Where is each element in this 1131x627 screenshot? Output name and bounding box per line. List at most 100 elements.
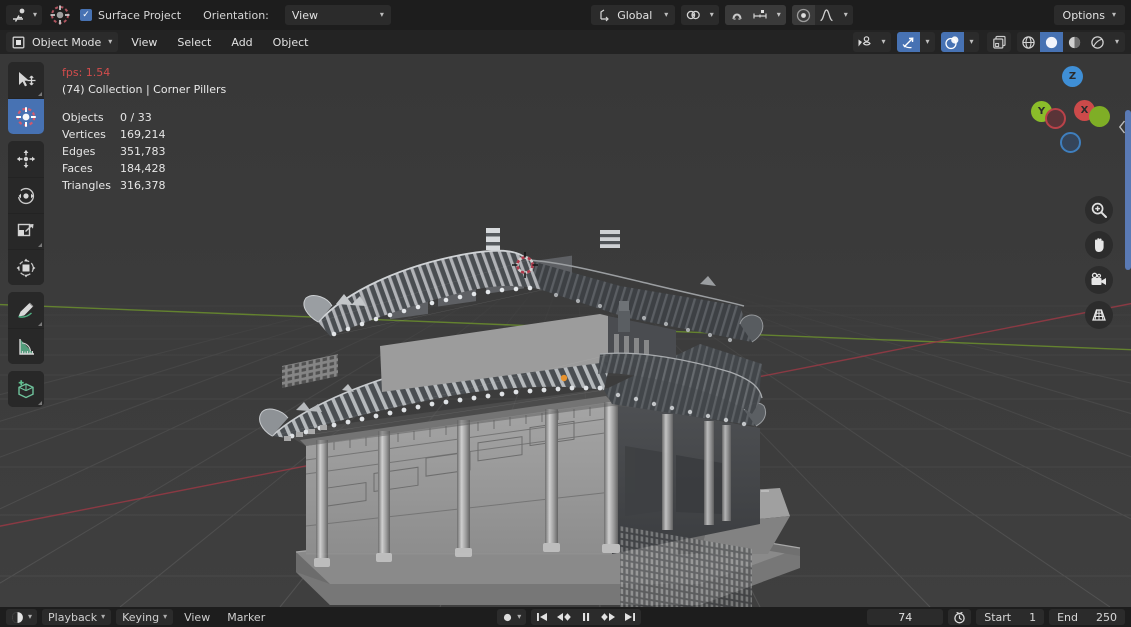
menu-add[interactable]: Add xyxy=(224,32,259,52)
shading-dropdown[interactable]: ▾ xyxy=(1109,32,1125,52)
snap-group[interactable]: ▾ xyxy=(681,5,720,25)
chevron-down-icon: ▾ xyxy=(925,37,930,46)
snap-dropdown[interactable]: ▾ xyxy=(704,5,719,25)
cursor-tool-button[interactable] xyxy=(8,98,44,134)
overlays-group[interactable]: ▾ xyxy=(941,32,979,52)
scale-icon xyxy=(17,223,34,236)
options-button[interactable]: Options ▾ xyxy=(1053,5,1125,25)
gizmo-group[interactable]: ▾ xyxy=(897,32,935,52)
next-keyframe-button[interactable] xyxy=(597,609,619,625)
snap-target-icon[interactable] xyxy=(681,5,704,25)
gizmo-toggle-button[interactable] xyxy=(897,32,920,52)
proportional-editing-toggle[interactable] xyxy=(792,5,816,25)
snap-mode-dropdown[interactable]: ▾ xyxy=(771,5,787,25)
viewport-vertical-scrollbar[interactable] xyxy=(1125,110,1131,270)
menu-timeline-view[interactable]: View xyxy=(178,609,216,625)
frame-range-field[interactable]: Start 1 xyxy=(976,609,1045,625)
auto-keyframe-button[interactable] xyxy=(948,609,972,625)
interaction-mode-select[interactable]: Object Mode ▾ xyxy=(6,32,119,52)
end-frame-field[interactable]: End 250 xyxy=(1049,609,1125,625)
rotate-icon xyxy=(17,187,35,204)
toolbar-group-transform xyxy=(8,141,44,285)
zoom-nav-button[interactable] xyxy=(1085,196,1113,224)
magnet-group[interactable]: ▾ xyxy=(725,5,787,25)
axis-z-positive[interactable]: Z xyxy=(1062,66,1083,87)
menu-view[interactable]: View xyxy=(124,32,164,52)
proportional-editing-icon xyxy=(797,8,811,22)
material-preview-icon xyxy=(1068,36,1081,48)
shading-wireframe-button[interactable] xyxy=(1017,32,1040,52)
xray-toggle-icon xyxy=(992,35,1006,49)
stat-key: Vertices xyxy=(62,128,106,142)
stat-value: 169,214 xyxy=(120,128,166,142)
stat-row-faces: Faces 184,428 xyxy=(62,160,226,177)
overlays-dropdown[interactable]: ▾ xyxy=(964,32,979,52)
menu-object[interactable]: Object xyxy=(266,32,316,52)
shading-material-button[interactable] xyxy=(1063,32,1086,52)
object-origin-dot xyxy=(560,374,568,382)
record-keying-button[interactable]: ▾ xyxy=(497,609,527,625)
jump-to-start-button[interactable] xyxy=(531,609,553,625)
cursor-gizmo-button[interactable] xyxy=(48,5,72,25)
measure-tool-button[interactable] xyxy=(8,328,44,364)
3d-viewport[interactable]: fps: 1.54 (74) Collection | Corner Pille… xyxy=(0,54,1131,607)
chevron-down-icon: ▾ xyxy=(1114,37,1119,46)
previous-keyframe-button[interactable] xyxy=(553,609,575,625)
menu-select[interactable]: Select xyxy=(170,32,218,52)
axis-y-negative[interactable] xyxy=(1089,106,1110,127)
axis-label-x: X xyxy=(1080,105,1089,116)
overlays-toggle-button[interactable] xyxy=(941,32,964,52)
toolbar-group-select xyxy=(8,62,44,134)
rotate-tool-button[interactable] xyxy=(8,177,44,213)
proportional-editing-group[interactable]: ▾ xyxy=(792,5,854,25)
snap-magnet-toggle[interactable] xyxy=(725,5,749,25)
visibility-dropdown[interactable]: ▾ xyxy=(876,32,891,52)
orientation-select[interactable]: View ▾ xyxy=(284,5,391,25)
active-tool-button[interactable]: ▾ xyxy=(6,5,43,25)
ortho-perspective-button[interactable] xyxy=(1085,301,1113,329)
current-frame-value: 74 xyxy=(898,610,913,624)
stat-value: 184,428 xyxy=(120,162,166,176)
auto-keyframe-icon xyxy=(954,611,965,623)
snap-increment-icon xyxy=(753,10,767,19)
gizmo-arrow-icon xyxy=(902,37,914,48)
jump-to-end-button[interactable] xyxy=(619,609,641,625)
chevron-down-icon: ▾ xyxy=(28,612,33,621)
snap-mode-icon[interactable] xyxy=(748,5,772,25)
navigation-gizmo[interactable]: Z X Y xyxy=(1027,62,1113,153)
shading-mode-group[interactable]: ▾ xyxy=(1017,32,1125,52)
surface-project-checkbox[interactable]: ✓ Surface Project xyxy=(78,9,183,22)
falloff-curve-icon xyxy=(820,9,833,22)
camera-icon xyxy=(1091,272,1106,285)
stat-key: Edges xyxy=(62,145,96,159)
play-pause-button[interactable] xyxy=(575,609,597,625)
gizmo-dropdown[interactable]: ▾ xyxy=(920,32,935,52)
transform-orientation-select[interactable]: Global ▾ xyxy=(591,5,676,25)
editor-type-button[interactable]: ▾ xyxy=(6,609,38,625)
interaction-mode-label: Object Mode xyxy=(32,35,102,49)
pan-nav-button[interactable] xyxy=(1085,231,1113,259)
snap-circles-icon xyxy=(686,10,700,20)
camera-view-button[interactable] xyxy=(1085,266,1113,294)
object-visibility-button[interactable] xyxy=(853,32,876,52)
menu-keying[interactable]: Keying ▾ xyxy=(116,609,174,625)
menu-timeline-marker[interactable]: Marker xyxy=(221,609,271,625)
falloff-dropdown[interactable]: ▾ xyxy=(838,5,853,25)
tweak-tool-button[interactable] xyxy=(8,62,44,98)
transform-tool-button[interactable] xyxy=(8,249,44,285)
scale-tool-button[interactable] xyxy=(8,213,44,249)
visibility-group[interactable]: ▾ xyxy=(853,32,891,52)
xray-toggle-button[interactable] xyxy=(987,32,1011,52)
axis-z-negative[interactable] xyxy=(1060,132,1081,153)
object-mode-icon xyxy=(12,36,25,48)
falloff-curve-button[interactable] xyxy=(815,5,838,25)
viewport-toolbar xyxy=(8,62,44,414)
move-tool-button[interactable] xyxy=(8,141,44,177)
axis-x-negative[interactable] xyxy=(1045,108,1066,129)
annotate-tool-button[interactable] xyxy=(8,292,44,328)
add-cube-tool-button[interactable] xyxy=(8,371,44,407)
menu-playback[interactable]: Playback ▾ xyxy=(42,609,112,625)
shading-solid-button[interactable] xyxy=(1040,32,1063,52)
current-frame-field[interactable]: 74 xyxy=(867,609,944,625)
shading-rendered-button[interactable] xyxy=(1086,32,1109,52)
